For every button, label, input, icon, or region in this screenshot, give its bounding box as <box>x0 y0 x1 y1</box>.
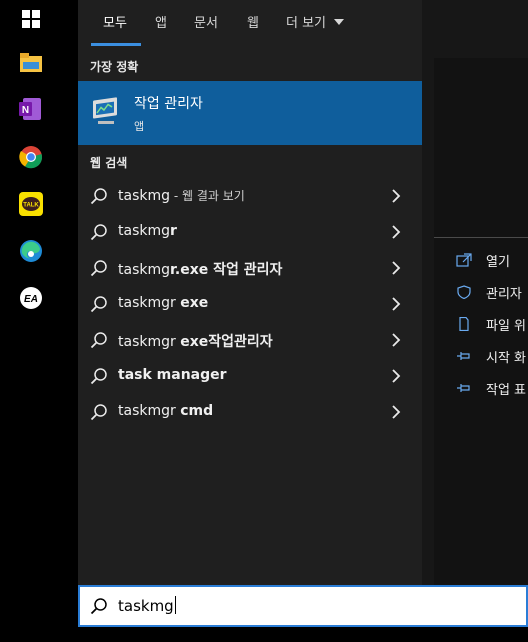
web-result-item[interactable]: taskmg - 웹 결과 보기 <box>78 178 422 214</box>
tab-apps[interactable]: 앱 <box>155 12 167 31</box>
web-result-item[interactable]: taskmgr cmd <box>78 394 422 430</box>
open-icon <box>456 253 472 267</box>
web-result-label: taskmgr exe <box>118 295 208 311</box>
web-result-label: taskmg - 웹 결과 보기 <box>118 187 245 204</box>
action-label: 시작 화 <box>486 351 527 366</box>
text-caret <box>174 596 176 614</box>
action-label: 작업 표 <box>486 383 527 398</box>
taskbar: N TALK EA <box>0 0 78 642</box>
web-result-item[interactable]: task manager <box>78 358 422 394</box>
query-text: taskmg <box>118 223 170 239</box>
web-result-label: taskmgr exe작업관리자 <box>118 331 273 351</box>
action-pin-taskbar[interactable]: 작업 표 <box>434 378 528 398</box>
web-search-heading: 웹 검색 <box>90 156 128 170</box>
web-hint-text: - 웹 결과 보기 <box>170 189 245 203</box>
search-icon <box>90 332 107 349</box>
search-icon <box>90 598 107 615</box>
kakaotalk-icon[interactable]: TALK <box>19 192 43 216</box>
pin-icon <box>457 352 470 360</box>
search-results-panel: 가장 정확 작업 관리자 앱 웹 검색 taskmg - 웹 결과 보기 task… <box>78 0 422 585</box>
action-run-as-admin[interactable]: 관리자 <box>434 282 528 302</box>
best-match-heading: 가장 정확 <box>90 60 139 74</box>
tab-more[interactable]: 더 보기 <box>286 12 345 31</box>
web-result-label: task manager <box>118 367 227 383</box>
edge-icon[interactable] <box>19 239 43 263</box>
query-text: taskmgr <box>118 295 181 311</box>
search-input-value: taskmg <box>118 597 174 615</box>
active-tab-indicator <box>91 43 141 46</box>
action-open[interactable]: 열기 <box>434 250 528 270</box>
tab-all[interactable]: 모두 <box>103 12 127 31</box>
svg-text:EA: EA <box>24 294 38 305</box>
svg-text:N: N <box>22 105 29 116</box>
web-result-label: taskmgr.exe 작업 관리자 <box>118 259 282 279</box>
best-match-title: 작업 관리자 <box>134 96 203 112</box>
chevron-right-icon[interactable] <box>390 297 402 311</box>
search-input[interactable]: taskmg <box>118 596 176 615</box>
suggestion-text: r <box>170 223 177 239</box>
tab-documents[interactable]: 문서 <box>194 12 218 31</box>
query-text: taskmg <box>118 188 170 204</box>
action-pin-start[interactable]: 시작 화 <box>434 346 528 366</box>
action-file-location[interactable]: 파일 위 <box>434 314 528 334</box>
tab-more-label: 더 보기 <box>286 16 327 31</box>
suggestion-text: r.exe 작업 관리자 <box>170 262 283 278</box>
task-manager-icon <box>93 97 117 124</box>
chevron-right-icon[interactable] <box>390 189 402 203</box>
web-result-label: taskmgr cmd <box>118 403 213 419</box>
web-result-label: taskmgr <box>118 223 177 239</box>
pin-icon <box>457 384 470 392</box>
search-icon <box>90 296 107 313</box>
web-result-item[interactable]: taskmgr.exe 작업 관리자 <box>78 250 422 286</box>
best-match-subtitle: 앱 <box>134 120 145 133</box>
suggestion-text: exe작업관리자 <box>180 334 273 350</box>
tab-web[interactable]: 웹 <box>247 12 259 31</box>
suggestion-text: task manager <box>118 367 227 383</box>
action-label: 파일 위 <box>486 319 527 334</box>
action-label: 관리자 <box>486 287 522 302</box>
search-icon <box>90 224 107 241</box>
preview-divider <box>434 237 528 238</box>
web-result-item[interactable]: taskmgr exe작업관리자 <box>78 322 422 358</box>
suggestion-text: cmd <box>180 403 214 419</box>
chrome-icon[interactable] <box>19 145 43 169</box>
svg-text:TALK: TALK <box>23 203 39 209</box>
windows-icon[interactable] <box>19 7 43 31</box>
query-text: taskmgr <box>118 403 181 419</box>
chevron-right-icon[interactable] <box>390 369 402 383</box>
search-icon <box>90 188 107 205</box>
filter-tabs: 모두 앱 문서 웹 더 보기 <box>78 0 422 47</box>
file-explorer-icon[interactable] <box>19 51 43 75</box>
shield-icon <box>457 285 471 299</box>
action-label: 열기 <box>486 255 510 270</box>
chevron-right-icon[interactable] <box>390 405 402 419</box>
bottom-strip <box>78 627 528 642</box>
search-box[interactable]: taskmg <box>78 585 528 627</box>
chevron-right-icon[interactable] <box>390 261 402 275</box>
chevron-down-icon <box>334 19 345 25</box>
chevron-right-icon[interactable] <box>390 225 402 239</box>
search-icon <box>90 404 107 421</box>
query-text: taskmg <box>118 262 170 278</box>
query-text: taskmgr <box>118 334 181 350</box>
suggestion-text: exe <box>180 295 209 311</box>
best-match-item[interactable]: 작업 관리자 앱 <box>78 81 422 145</box>
ea-icon[interactable]: EA <box>19 286 43 310</box>
search-icon <box>90 260 107 277</box>
search-icon <box>90 368 107 385</box>
onenote-icon[interactable]: N <box>19 97 43 121</box>
web-result-item[interactable]: taskmgr <box>78 214 422 250</box>
file-location-icon <box>459 317 469 331</box>
chevron-right-icon[interactable] <box>390 333 402 347</box>
web-result-item[interactable]: taskmgr exe <box>78 286 422 322</box>
